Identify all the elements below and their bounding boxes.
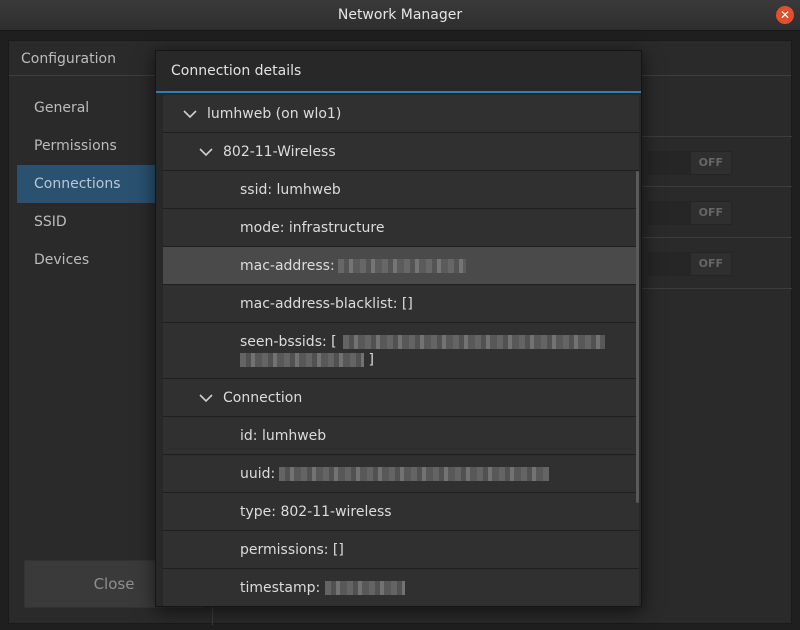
tree-node-connection[interactable]: lumhweb (on wlo1): [163, 95, 639, 133]
redacted-value: [337, 258, 466, 273]
tree-leaf-label: seen-bssids: [: [240, 333, 337, 350]
redacted-value: [279, 466, 550, 481]
tree-leaf-label: type: 802-11-wireless: [240, 503, 392, 520]
connection-toggle-row: OFF: [634, 136, 792, 187]
tree-leaf-selected[interactable]: mac-address:: [163, 247, 639, 285]
scrollbar[interactable]: [636, 171, 639, 503]
tree-leaf-label: mac-address:: [240, 257, 335, 274]
tree-leaf-label: ssid: lumhweb: [240, 181, 341, 198]
tree-leaf[interactable]: type: 802-11-wireless: [163, 493, 639, 531]
tree-leaf[interactable]: uuid:: [163, 455, 639, 493]
tree-node-label: lumhweb (on wlo1): [207, 105, 342, 122]
chevron-down-icon[interactable]: [198, 144, 214, 160]
tree-leaf-label: uuid:: [240, 465, 276, 482]
window-close-button[interactable]: ✕: [776, 6, 794, 24]
title-bar: Network Manager ✕: [0, 0, 800, 31]
redacted-value: [240, 352, 364, 367]
tree-leaf-label: ]: [368, 351, 374, 368]
dialog-header: Connection details: [156, 51, 641, 93]
tree-leaf[interactable]: id: lumhweb: [163, 417, 639, 455]
redacted-value: [325, 580, 406, 595]
tree-leaf-label: mode: infrastructure: [240, 219, 385, 236]
tree-leaf[interactable]: mac-address-blacklist: []: [163, 285, 639, 323]
tree-leaf[interactable]: mode: infrastructure: [163, 209, 639, 247]
tree-leaf[interactable]: ssid: lumhweb: [163, 171, 639, 209]
connection-toggle[interactable]: OFF: [648, 252, 732, 276]
sidebar-item-ssid[interactable]: SSID: [17, 203, 162, 241]
sidebar-item-devices[interactable]: Devices: [17, 241, 162, 279]
tree-leaf-label: id: lumhweb: [240, 427, 327, 444]
window-title: Network Manager: [337, 7, 463, 23]
chevron-down-icon[interactable]: [182, 106, 198, 122]
tree-leaf-label: permissions: []: [240, 541, 344, 558]
sidebar: General Permissions Connections SSID Dev…: [17, 89, 162, 279]
sidebar-item-connections[interactable]: Connections: [17, 165, 162, 203]
connection-details-dialog: Connection details lumhweb (on wlo1) 802…: [155, 50, 642, 607]
tree-leaf-label: mac-address-blacklist: []: [240, 295, 413, 312]
tree-leaf[interactable]: permissions: []: [163, 531, 639, 569]
connection-tree[interactable]: lumhweb (on wlo1) 802-11-Wireless ssid: …: [163, 95, 639, 606]
tree-leaf[interactable]: seen-bssids: [ ]: [163, 323, 639, 379]
tree-leaf[interactable]: timestamp:: [163, 569, 639, 606]
connection-toggle[interactable]: OFF: [648, 201, 732, 225]
connection-toggle-row: OFF: [634, 187, 792, 238]
tree-leaf-label: timestamp:: [240, 579, 321, 596]
connection-toggle-row: OFF: [634, 238, 792, 289]
divider: [212, 607, 213, 625]
connection-toggle[interactable]: OFF: [648, 151, 732, 175]
tree-node-wireless[interactable]: 802-11-Wireless: [163, 133, 639, 171]
connection-toggle-list: OFF OFF OFF: [634, 136, 792, 289]
chevron-down-icon[interactable]: [198, 390, 214, 406]
tree-node-label: Connection: [223, 389, 303, 406]
dialog-title: Connection details: [171, 63, 302, 79]
configuration-title: Configuration: [21, 51, 116, 67]
sidebar-item-permissions[interactable]: Permissions: [17, 127, 162, 165]
sidebar-item-general[interactable]: General: [17, 89, 162, 127]
tree-node-connection-section[interactable]: Connection: [163, 379, 639, 417]
redacted-value: [343, 334, 606, 349]
tree-node-label: 802-11-Wireless: [223, 143, 336, 160]
